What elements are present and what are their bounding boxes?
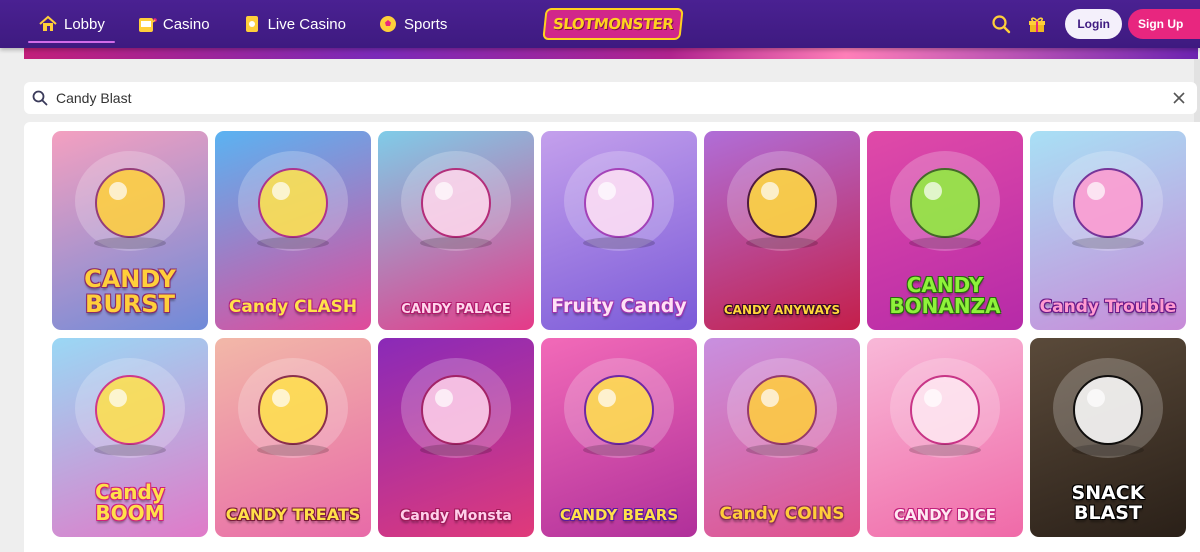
signup-button[interactable]: Sign Up [1128,9,1200,39]
top-header: Lobby Casino Live Casino Sports SLOTMONS… [0,0,1200,48]
game-tile[interactable]: CANDY BURST [52,131,208,330]
home-icon [38,14,58,34]
game-tile[interactable]: Candy CLASH [215,131,371,330]
nav-item-label: Casino [162,15,210,33]
slot-machine-icon [137,14,157,34]
nav-item-sports[interactable]: Sports [368,5,457,43]
game-thumbnail-art [401,151,511,251]
search-input[interactable] [56,83,1171,113]
logo-text: SLOTMONSTER [542,8,684,40]
game-tile[interactable]: Candy Monsta [378,338,534,537]
game-title: CANDY PALACE [401,301,511,317]
main-nav: Lobby Casino Live Casino Sports [28,0,469,48]
game-tile[interactable]: Candy BOOM [52,338,208,537]
game-title: CANDY DICE [894,505,996,524]
header-actions: Login Sign Up [989,0,1200,48]
game-tile[interactable]: CANDY PALACE [378,131,534,330]
nav-item-lobby[interactable]: Lobby [28,5,115,43]
card-icon [242,14,262,34]
soccer-ball-icon [378,14,398,34]
game-tile[interactable]: CANDY ANYWAYS [704,131,860,330]
game-tile[interactable]: CANDY TREATS [215,338,371,537]
gift-icon[interactable] [1025,12,1049,36]
game-tile[interactable]: CANDY DICE [867,338,1023,537]
game-title: CANDY ANYWAYS [723,302,841,317]
game-grid: CANDY BURST Candy CLASH CANDY PALACE Fruity… [52,131,1186,537]
game-title: CANDY BURST [84,265,176,318]
game-title: Fruity Candy [551,294,687,317]
close-icon[interactable] [1171,90,1187,106]
game-title: CANDY TREATS [225,504,361,524]
game-title: CANDY BONANZA [889,273,1001,318]
game-title: Candy Monsta [400,507,512,524]
game-thumbnail-art [727,151,837,251]
nav-item-live-casino[interactable]: Live Casino [232,5,356,43]
game-tile[interactable]: CANDY BEARS [541,338,697,537]
promo-banner-strip[interactable] [24,48,1198,59]
nav-item-label: Sports [403,15,448,33]
game-title: Candy Trouble [1039,296,1177,317]
game-title: CANDY BEARS [559,505,679,524]
game-search-bar [24,82,1197,114]
game-tile[interactable]: Candy COINS [704,338,860,537]
game-title: Candy CLASH [228,296,358,317]
game-tile[interactable]: Candy Trouble [1030,131,1186,330]
search-icon [32,90,48,106]
nav-item-label: Lobby [64,15,105,33]
nav-item-casino[interactable]: Casino [127,5,220,43]
game-results-panel: CANDY BURST Candy CLASH CANDY PALACE Fruity… [24,122,1200,552]
game-tile[interactable]: CANDY BONANZA [867,131,1023,330]
game-title: SNACK BLAST [1071,482,1145,524]
site-logo[interactable]: SLOTMONSTER [542,7,684,41]
search-icon[interactable] [989,12,1013,36]
login-button[interactable]: Login [1065,9,1122,39]
game-tile[interactable]: SNACK BLAST [1030,338,1186,537]
game-title: Candy BOOM [95,480,165,525]
game-tile[interactable]: Fruity Candy [541,131,697,330]
nav-item-label: Live Casino [267,15,346,33]
game-title: Candy COINS [719,503,845,524]
